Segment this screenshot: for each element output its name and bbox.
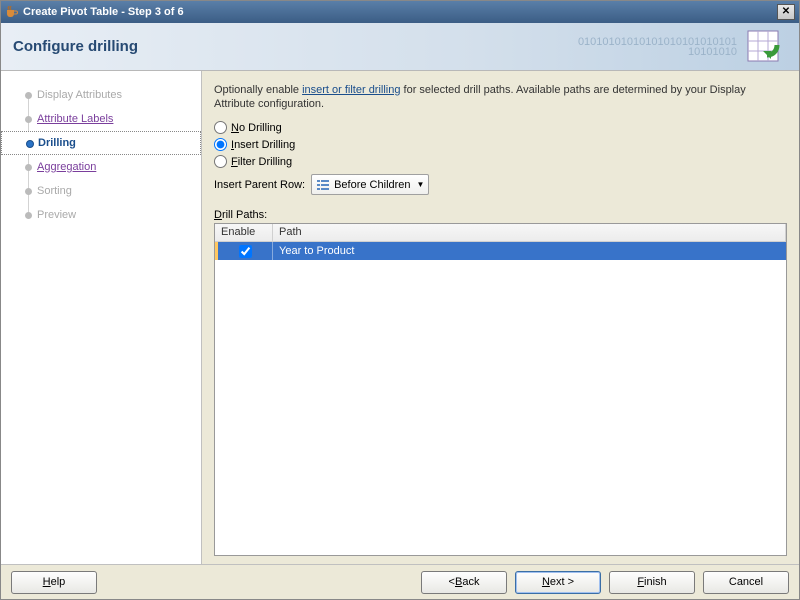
path-cell: Year to Product (273, 245, 786, 257)
enable-cell (215, 242, 273, 260)
table-row[interactable]: Year to Product (215, 242, 786, 260)
app-icon (5, 5, 19, 19)
titlebar: Create Pivot Table - Step 3 of 6 ✕ (1, 1, 799, 23)
radio-filter-drilling-input[interactable] (214, 155, 227, 168)
main-panel: Optionally enable insert or filter drill… (202, 71, 799, 564)
step-preview[interactable]: Preview (1, 203, 201, 227)
window-title: Create Pivot Table - Step 3 of 6 (23, 6, 777, 18)
radio-no-drilling-label: No Drilling (231, 122, 282, 134)
wizard-steps-sidebar: Display Attributes Attribute Labels Dril… (1, 71, 201, 564)
insert-or-filter-drilling-link[interactable]: insert or filter drilling (302, 84, 400, 96)
step-dot-icon (25, 212, 32, 219)
step-dot-icon (25, 92, 32, 99)
chevron-down-icon: ▼ (417, 180, 425, 189)
radio-no-drilling-input[interactable] (214, 121, 227, 134)
column-header-path[interactable]: Path (273, 224, 786, 241)
step-drilling[interactable]: Drilling (1, 131, 201, 155)
radio-insert-drilling-input[interactable] (214, 138, 227, 151)
step-sorting[interactable]: Sorting (1, 179, 201, 203)
back-button[interactable]: < Back (421, 571, 507, 594)
step-dot-icon (25, 188, 32, 195)
insert-parent-row-label: Insert Parent Row: (214, 179, 305, 191)
wizard-header: Configure drilling 010101010101010101010… (1, 23, 799, 70)
radio-filter-drilling[interactable]: Filter Drilling (214, 155, 787, 168)
step-aggregation[interactable]: Aggregation (1, 155, 201, 179)
step-dot-icon (26, 140, 34, 148)
drill-paths-label: Drill Paths: (214, 209, 787, 221)
radio-insert-drilling[interactable]: Insert Drilling (214, 138, 787, 151)
step-dot-icon (25, 116, 32, 123)
step-display-attributes[interactable]: Display Attributes (1, 83, 201, 107)
cancel-button[interactable]: Cancel (703, 571, 789, 594)
insert-parent-row-combo[interactable]: Before Children ▼ (311, 174, 429, 195)
help-button[interactable]: Help (11, 571, 97, 594)
description-text: Optionally enable insert or filter drill… (214, 83, 787, 111)
insert-parent-row-value: Before Children (334, 179, 410, 191)
page-title: Configure drilling (13, 38, 138, 55)
radio-insert-drilling-label: Insert Drilling (231, 139, 295, 151)
finish-button[interactable]: Finish (609, 571, 695, 594)
wizard-footer: Help < Back Next > Finish Cancel (1, 564, 799, 599)
radio-no-drilling[interactable]: No Drilling (214, 121, 787, 134)
pivot-table-icon (745, 27, 787, 67)
drill-paths-table: Enable Path Year to Product (214, 223, 787, 556)
header-decoration-digits: 01010101010101010101010101 10101010 (578, 37, 737, 57)
next-button[interactable]: Next > (515, 571, 601, 594)
step-attribute-labels[interactable]: Attribute Labels (1, 107, 201, 131)
list-icon (316, 178, 330, 192)
step-dot-icon (25, 164, 32, 171)
column-header-enable[interactable]: Enable (215, 224, 273, 241)
radio-filter-drilling-label: Filter Drilling (231, 156, 292, 168)
enable-checkbox[interactable] (239, 245, 252, 258)
close-button[interactable]: ✕ (777, 4, 795, 20)
